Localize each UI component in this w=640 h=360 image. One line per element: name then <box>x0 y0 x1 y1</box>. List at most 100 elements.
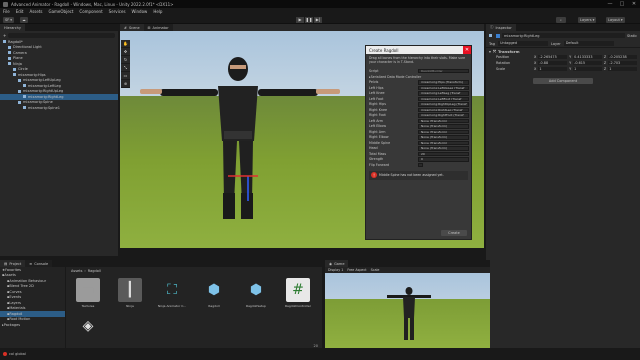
create-button[interactable]: Create <box>441 230 467 236</box>
bone-field-value[interactable]: None (Transform) <box>418 129 469 134</box>
layout-dropdown[interactable]: Layout ▾ <box>606 16 625 23</box>
asset-name: Textures <box>81 304 95 308</box>
display-dropdown[interactable]: Display 1 <box>328 268 343 272</box>
bone-field-value[interactable]: mixamorig:RightFoot (Transf <box>418 113 469 118</box>
menu-file[interactable]: File <box>3 9 10 14</box>
menu-gameobject[interactable]: GameObject <box>48 9 73 14</box>
menu-window[interactable]: Window <box>132 9 148 14</box>
asset-item[interactable]: ▬ Textures <box>74 278 102 308</box>
bone-field-value[interactable]: 0 <box>418 157 469 162</box>
transform-position-x-field[interactable]: -2.265475 <box>538 54 568 60</box>
dialog-close-button[interactable]: ✕ <box>463 46 471 54</box>
menu-bar: File Edit Assets GameObject Component Se… <box>0 8 640 15</box>
account-button[interactable]: SF ▾ <box>3 16 15 23</box>
breadcrumb-ragdoll[interactable]: Ragdoll <box>88 269 101 273</box>
asset-name: RagdollSetup <box>246 304 266 308</box>
bone-field-value[interactable]: None (Transform) <box>418 135 469 140</box>
tab-animator[interactable]: ⊞ Animator <box>143 24 173 31</box>
aspect-dropdown[interactable]: Free Aspect <box>347 268 366 272</box>
bone-field-label: Right Hips <box>369 102 386 107</box>
object-name-field[interactable]: mixamorig:RightLeg <box>502 33 625 38</box>
packages-row[interactable]: ▸ Packages <box>0 322 65 328</box>
hierarchy-item-label: Plane <box>13 56 23 61</box>
transform-rotation-z-field[interactable]: -2.703 <box>608 60 637 66</box>
asset-item[interactable]: ⬢ RagdollSetup <box>242 278 270 308</box>
asset-item[interactable]: ◈ <box>74 314 102 340</box>
minimize-button[interactable]: — <box>604 0 616 8</box>
game-ninja-character <box>387 287 431 340</box>
rect-tool-icon[interactable]: ▭ <box>121 72 130 80</box>
bone-field-value[interactable]: None (Transform) <box>418 118 469 123</box>
layers-dropdown[interactable]: Layers ▾ <box>578 16 597 23</box>
pause-icon[interactable]: ❚❚ <box>305 16 313 23</box>
bone-field-value[interactable]: mixamorig:RightLeg (Transf <box>418 107 469 112</box>
bone-field-value[interactable]: mixamorig:RightUpLeg (Transf <box>418 102 469 107</box>
scale-tool-icon[interactable]: ⤡ <box>121 64 130 72</box>
layer-dropdown[interactable]: Default <box>563 41 614 46</box>
maximize-button[interactable]: □ <box>616 0 628 8</box>
hierarchy-tab-label: Hierarchy <box>4 25 21 30</box>
close-window-button[interactable]: ✕ <box>628 0 640 8</box>
game-viewport[interactable] <box>325 273 490 348</box>
tab-scene[interactable]: # Scene <box>120 24 144 31</box>
tab-game[interactable]: ◉ Game <box>325 260 349 267</box>
transform-scale-z-field[interactable]: 1 <box>608 66 637 72</box>
bone-field-value[interactable]: None (Transform) <box>418 124 469 129</box>
transform-header[interactable]: ▾ ⤧ Transform <box>486 47 640 54</box>
folder-icon: ▤ <box>4 261 8 266</box>
transform-rotation-x-field[interactable]: -0.88 <box>538 60 568 66</box>
bone-field-label: Strength <box>369 157 384 162</box>
bone-field-label: Flip Forward <box>369 162 390 167</box>
play-icon[interactable]: ▶ <box>296 16 304 23</box>
bone-field-label: Pelvis <box>369 80 379 85</box>
asset-item[interactable]: ⛶ Ninja Animator C... <box>158 278 186 308</box>
tag-dropdown[interactable]: Untagged <box>497 41 548 46</box>
transform-position-y-field[interactable]: 0.4133333 <box>573 54 602 60</box>
bone-field-label: Middle Spine <box>369 140 391 145</box>
hierarchy-item[interactable]: mixamorig:Spine1 <box>0 105 118 111</box>
search-icon[interactable]: ⌕ <box>556 16 566 23</box>
tab-hierarchy[interactable]: Hierarchy <box>0 24 25 31</box>
transform-rotation-label: Rotation <box>496 61 511 65</box>
asset-item[interactable]: # RagdollController <box>284 278 312 308</box>
bone-field-value[interactable]: None (Transform) <box>418 146 469 151</box>
transform-rotation-y-field[interactable]: -0.615 <box>573 60 602 66</box>
transform-tool-icon[interactable]: ⊕ <box>121 80 130 88</box>
transform-position-z-field[interactable]: -0.205238 <box>608 54 637 60</box>
bone-field-value[interactable]: mixamorig:LeftUpLeg (Transf <box>418 85 469 90</box>
hand-tool-icon[interactable]: ✋ <box>121 40 130 48</box>
bone-field-row: Right Knee mixamorig:RightLeg (Transf <box>366 107 471 113</box>
tab-inspector[interactable]: ⓘ Inspector <box>486 24 516 31</box>
breadcrumb-assets[interactable]: Assets <box>71 269 82 273</box>
bone-field-value[interactable]: mixamorig:Hips (Transform) <box>418 80 469 85</box>
add-icon[interactable]: + <box>3 33 6 38</box>
rotate-tool-icon[interactable]: ↻ <box>121 56 130 64</box>
menu-component[interactable]: Component <box>79 9 102 14</box>
menu-help[interactable]: Help <box>153 9 162 14</box>
tab-project[interactable]: ▤ Project <box>0 260 26 267</box>
transform-scale-x-field[interactable]: 1 <box>538 66 568 72</box>
hierarchy-search-input[interactable] <box>8 32 115 38</box>
menu-edit[interactable]: Edit <box>16 9 24 14</box>
bone-field-row: Head None (Transform) <box>366 146 471 152</box>
bone-field-value[interactable]: None (Transform) <box>418 140 469 145</box>
move-tool-icon[interactable]: ✥ <box>121 48 130 56</box>
active-checkbox[interactable] <box>496 33 500 38</box>
add-component-button[interactable]: Add Component <box>533 78 593 84</box>
create-ragdoll-dialog: Create Ragdoll ✕ Drag all bones from the… <box>365 45 472 240</box>
cloud-icon[interactable]: ☁ <box>20 16 28 23</box>
menu-assets[interactable]: Assets <box>29 9 42 14</box>
hierarchy-item-label: Camera <box>13 50 27 55</box>
asset-item[interactable]: ┃ Ninja <box>116 278 144 308</box>
transform-scale-y-field[interactable]: 1 <box>573 66 602 72</box>
bone-field-value[interactable] <box>418 162 423 167</box>
asset-item[interactable]: ⬢ Ragdoll <box>200 278 228 308</box>
project-tree-label: Events <box>9 295 22 300</box>
bone-field-label: Head <box>369 146 378 151</box>
bone-field-value[interactable]: 20 <box>418 151 469 156</box>
menu-services[interactable]: Services <box>109 9 126 14</box>
tab-console[interactable]: ≡ Console <box>25 260 53 267</box>
bone-field-value[interactable]: mixamorig:LeftFoot (Transf <box>418 96 469 101</box>
step-icon[interactable]: ▶| <box>314 16 322 23</box>
bone-field-value[interactable]: mixamorig:LeftLeg (Transf <box>418 91 469 96</box>
